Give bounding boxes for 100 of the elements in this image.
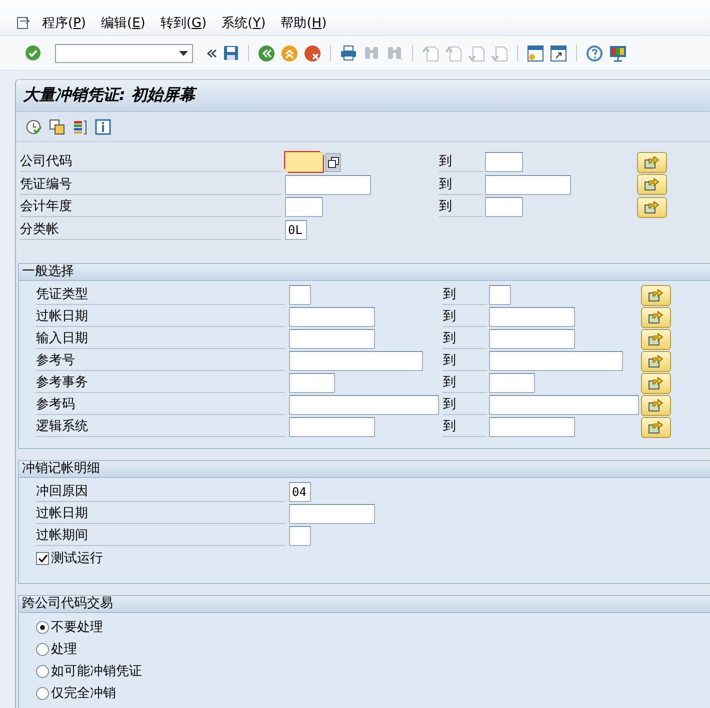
group-header: 冲销记帐明细 xyxy=(19,461,710,478)
input-field[interactable] xyxy=(289,395,439,415)
input-field[interactable] xyxy=(485,152,523,172)
input-field[interactable] xyxy=(489,395,639,415)
menu-item[interactable]: 帮助(H) xyxy=(280,12,327,34)
field-label: 过帐日期 xyxy=(36,504,285,524)
checkbox-label: 测试运行 xyxy=(51,550,103,567)
execute-icon[interactable] xyxy=(26,118,42,134)
range-to-label: 到 xyxy=(443,307,487,327)
input-field[interactable] xyxy=(285,152,323,172)
multiple-selection-button[interactable] xyxy=(641,416,671,438)
arrow-icon xyxy=(648,288,664,302)
info-icon[interactable] xyxy=(95,118,111,134)
new-window-icon[interactable] xyxy=(527,44,544,62)
arrow-icon xyxy=(648,376,664,390)
back-icon[interactable] xyxy=(258,44,275,62)
range-to-label: 到 xyxy=(439,174,483,195)
multiple-selection-button[interactable] xyxy=(637,152,667,173)
group-header: 跨公司代码交易 xyxy=(19,596,710,613)
input-field[interactable] xyxy=(289,417,375,437)
input-field[interactable] xyxy=(485,174,571,195)
field-label: 参考号 xyxy=(36,351,285,371)
field-label: 分类帐 xyxy=(20,220,281,240)
range-to-label: 到 xyxy=(443,417,487,437)
multiple-selection-button[interactable] xyxy=(637,174,667,196)
input-field[interactable] xyxy=(489,285,511,305)
menu-item[interactable]: 转到(G) xyxy=(160,12,207,34)
cancel-icon[interactable] xyxy=(304,44,321,62)
previous-page-icon[interactable] xyxy=(445,44,462,62)
range-to-label: 到 xyxy=(439,152,483,172)
field-label: 公司代码 xyxy=(20,152,281,172)
print-icon[interactable] xyxy=(340,45,357,61)
arrow-icon xyxy=(644,178,660,192)
copy-icon[interactable] xyxy=(49,118,65,134)
menu-icon[interactable] xyxy=(16,16,32,30)
input-field[interactable] xyxy=(489,351,623,371)
screen-title: 大量冲销凭证: 初始屏幕 xyxy=(23,85,195,106)
first-page-icon[interactable] xyxy=(422,44,439,62)
range-to-label: 到 xyxy=(443,329,487,349)
input-field[interactable] xyxy=(285,197,323,218)
next-page-icon[interactable] xyxy=(468,44,485,62)
input-field[interactable] xyxy=(489,329,575,349)
input-field[interactable]: 04 xyxy=(289,482,311,502)
input-field[interactable] xyxy=(489,307,575,327)
arrow-icon xyxy=(644,200,660,214)
field-label: 输入日期 xyxy=(36,329,285,349)
radio-label: 不要处理 xyxy=(51,619,103,636)
help-icon[interactable] xyxy=(586,44,603,62)
multiple-selection-button[interactable] xyxy=(641,350,671,372)
input-field[interactable] xyxy=(285,174,371,195)
field-label: 会计年度 xyxy=(20,197,281,218)
menu-item[interactable]: 系统(Y) xyxy=(222,12,266,34)
input-field[interactable] xyxy=(289,329,375,349)
input-field[interactable] xyxy=(289,504,375,524)
menu-item[interactable]: 编辑(E) xyxy=(101,12,146,34)
range-to-label: 到 xyxy=(443,395,487,415)
input-field[interactable] xyxy=(289,307,375,327)
input-field[interactable] xyxy=(289,373,335,393)
confirm-icon[interactable] xyxy=(25,45,41,61)
shortcut-icon[interactable] xyxy=(550,44,567,62)
input-field[interactable] xyxy=(489,373,535,393)
radio-button[interactable] xyxy=(36,664,49,678)
stacked-bars-icon[interactable] xyxy=(72,118,88,134)
input-field[interactable]: 0L xyxy=(285,220,307,240)
last-page-icon[interactable] xyxy=(491,44,508,62)
range-to-label: 到 xyxy=(443,351,487,371)
multiple-selection-button[interactable] xyxy=(637,196,667,218)
radio-button[interactable] xyxy=(36,620,49,634)
double-chevron-icon[interactable] xyxy=(207,48,217,58)
checkbox[interactable] xyxy=(36,552,49,564)
arrow-icon xyxy=(648,398,664,412)
field-label: 参考码 xyxy=(36,395,285,415)
menu-item[interactable]: 程序(P) xyxy=(42,12,86,34)
command-field[interactable] xyxy=(55,44,193,62)
save-icon[interactable] xyxy=(223,45,239,61)
multiple-selection-button[interactable] xyxy=(641,394,671,416)
range-to-label: 到 xyxy=(443,285,487,305)
arrow-icon xyxy=(648,332,664,346)
input-field[interactable] xyxy=(289,285,311,305)
multiple-selection-button[interactable] xyxy=(641,306,671,328)
multiple-selection-button[interactable] xyxy=(641,284,671,306)
input-field[interactable] xyxy=(489,417,575,437)
input-field[interactable] xyxy=(289,526,311,546)
dropdown-caret-icon[interactable] xyxy=(179,50,188,56)
range-to-label: 到 xyxy=(443,373,487,393)
input-field[interactable] xyxy=(485,197,523,218)
arrow-icon xyxy=(648,354,664,368)
radio-button[interactable] xyxy=(36,686,49,700)
arrow-icon xyxy=(648,310,664,324)
multiple-selection-button[interactable] xyxy=(641,328,671,350)
input-field[interactable] xyxy=(289,351,423,371)
arrow-icon xyxy=(644,156,660,169)
value-help-button[interactable] xyxy=(325,152,341,172)
field-label: 过帐期间 xyxy=(36,526,285,546)
field-label: 逻辑系统 xyxy=(36,417,285,437)
monitor-icon[interactable] xyxy=(609,44,627,62)
radio-button[interactable] xyxy=(36,642,49,656)
double-up-icon[interactable] xyxy=(281,44,298,62)
multiple-selection-button[interactable] xyxy=(641,372,671,394)
field-label: 参考事务 xyxy=(36,373,285,393)
